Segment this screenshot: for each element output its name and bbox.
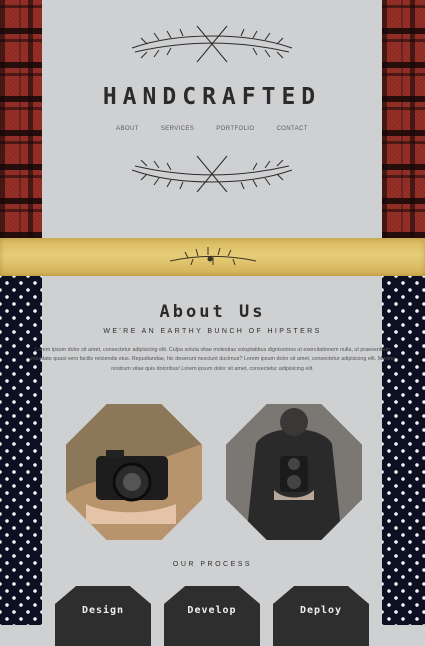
about-body-text: Lorem ipsum dolor sit amet, consectetur … [29,347,396,372]
plaid-pattern-left [0,0,42,238]
nav-contact[interactable]: CONTACT [276,126,307,132]
about-title: About Us [159,302,266,322]
gold-divider-band [0,238,425,276]
nav-about[interactable]: ABOUT [116,126,139,132]
process-step-label: Design [81,605,125,616]
process-step-develop[interactable]: Develop [164,586,260,646]
branch-wreath-top-icon [131,25,293,63]
brand-title: HANDCRAFTED [102,84,322,110]
about-subtitle: WE'RE AN EARTHY BUNCH OF HIPSTERS [103,328,322,335]
process-title: OUR PROCESS [172,561,253,568]
plaid-pattern-right [382,0,425,238]
process-step-label: Develop [187,605,237,616]
process-step-design[interactable]: Design [55,586,151,646]
branch-wreath-bottom-icon [131,155,293,193]
main-nav: ABOUT SERVICES PORTFOLIO CONTACT [42,126,382,132]
header-panel: HANDCRAFTED ABOUT SERVICES PORTFOLIO CON… [42,0,382,238]
process-step-label: Deploy [299,605,343,616]
nav-portfolio[interactable]: PORTFOLIO [216,126,254,132]
nav-services[interactable]: SERVICES [161,126,194,132]
process-step-deploy[interactable]: Deploy [273,586,369,646]
herb-sprig-icon [169,247,256,266]
